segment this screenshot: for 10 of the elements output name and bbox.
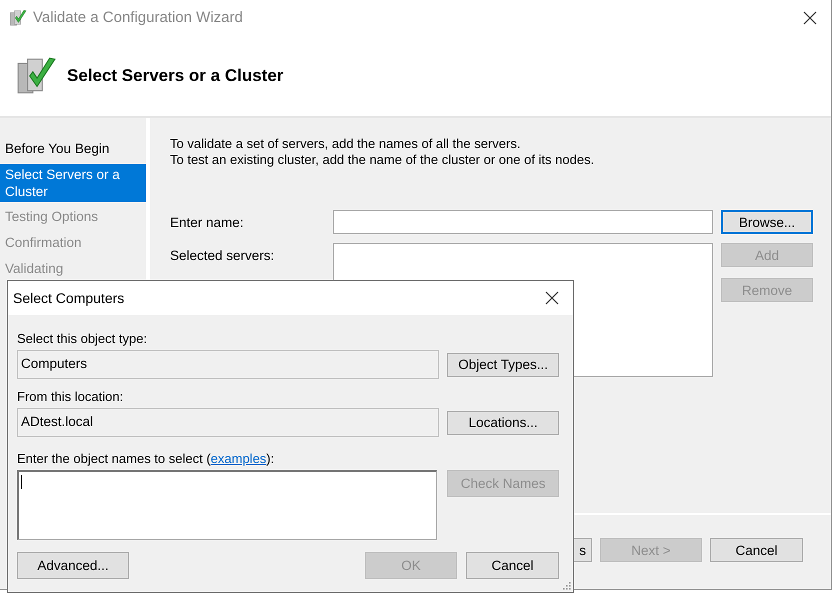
field-label: Enter the object names to select (examples): (17, 451, 276, 466)
window-title: Validate a Configuration Wizard (33, 9, 244, 26)
instruction-text: To test an existing cluster, add the name of the cluster or one of its nodes. (170, 152, 596, 168)
field-label: From this location: (17, 389, 124, 404)
page-title: Select Servers or a Cluster (67, 66, 284, 86)
instruction-text: To validate a set of servers, add the names of all the servers. (170, 136, 522, 152)
field-label: Select this object type: (17, 331, 148, 346)
field-label: Selected servers: (170, 247, 276, 263)
dialog-title: Select Computers (13, 290, 126, 306)
field-label: Enter name: (170, 214, 245, 230)
